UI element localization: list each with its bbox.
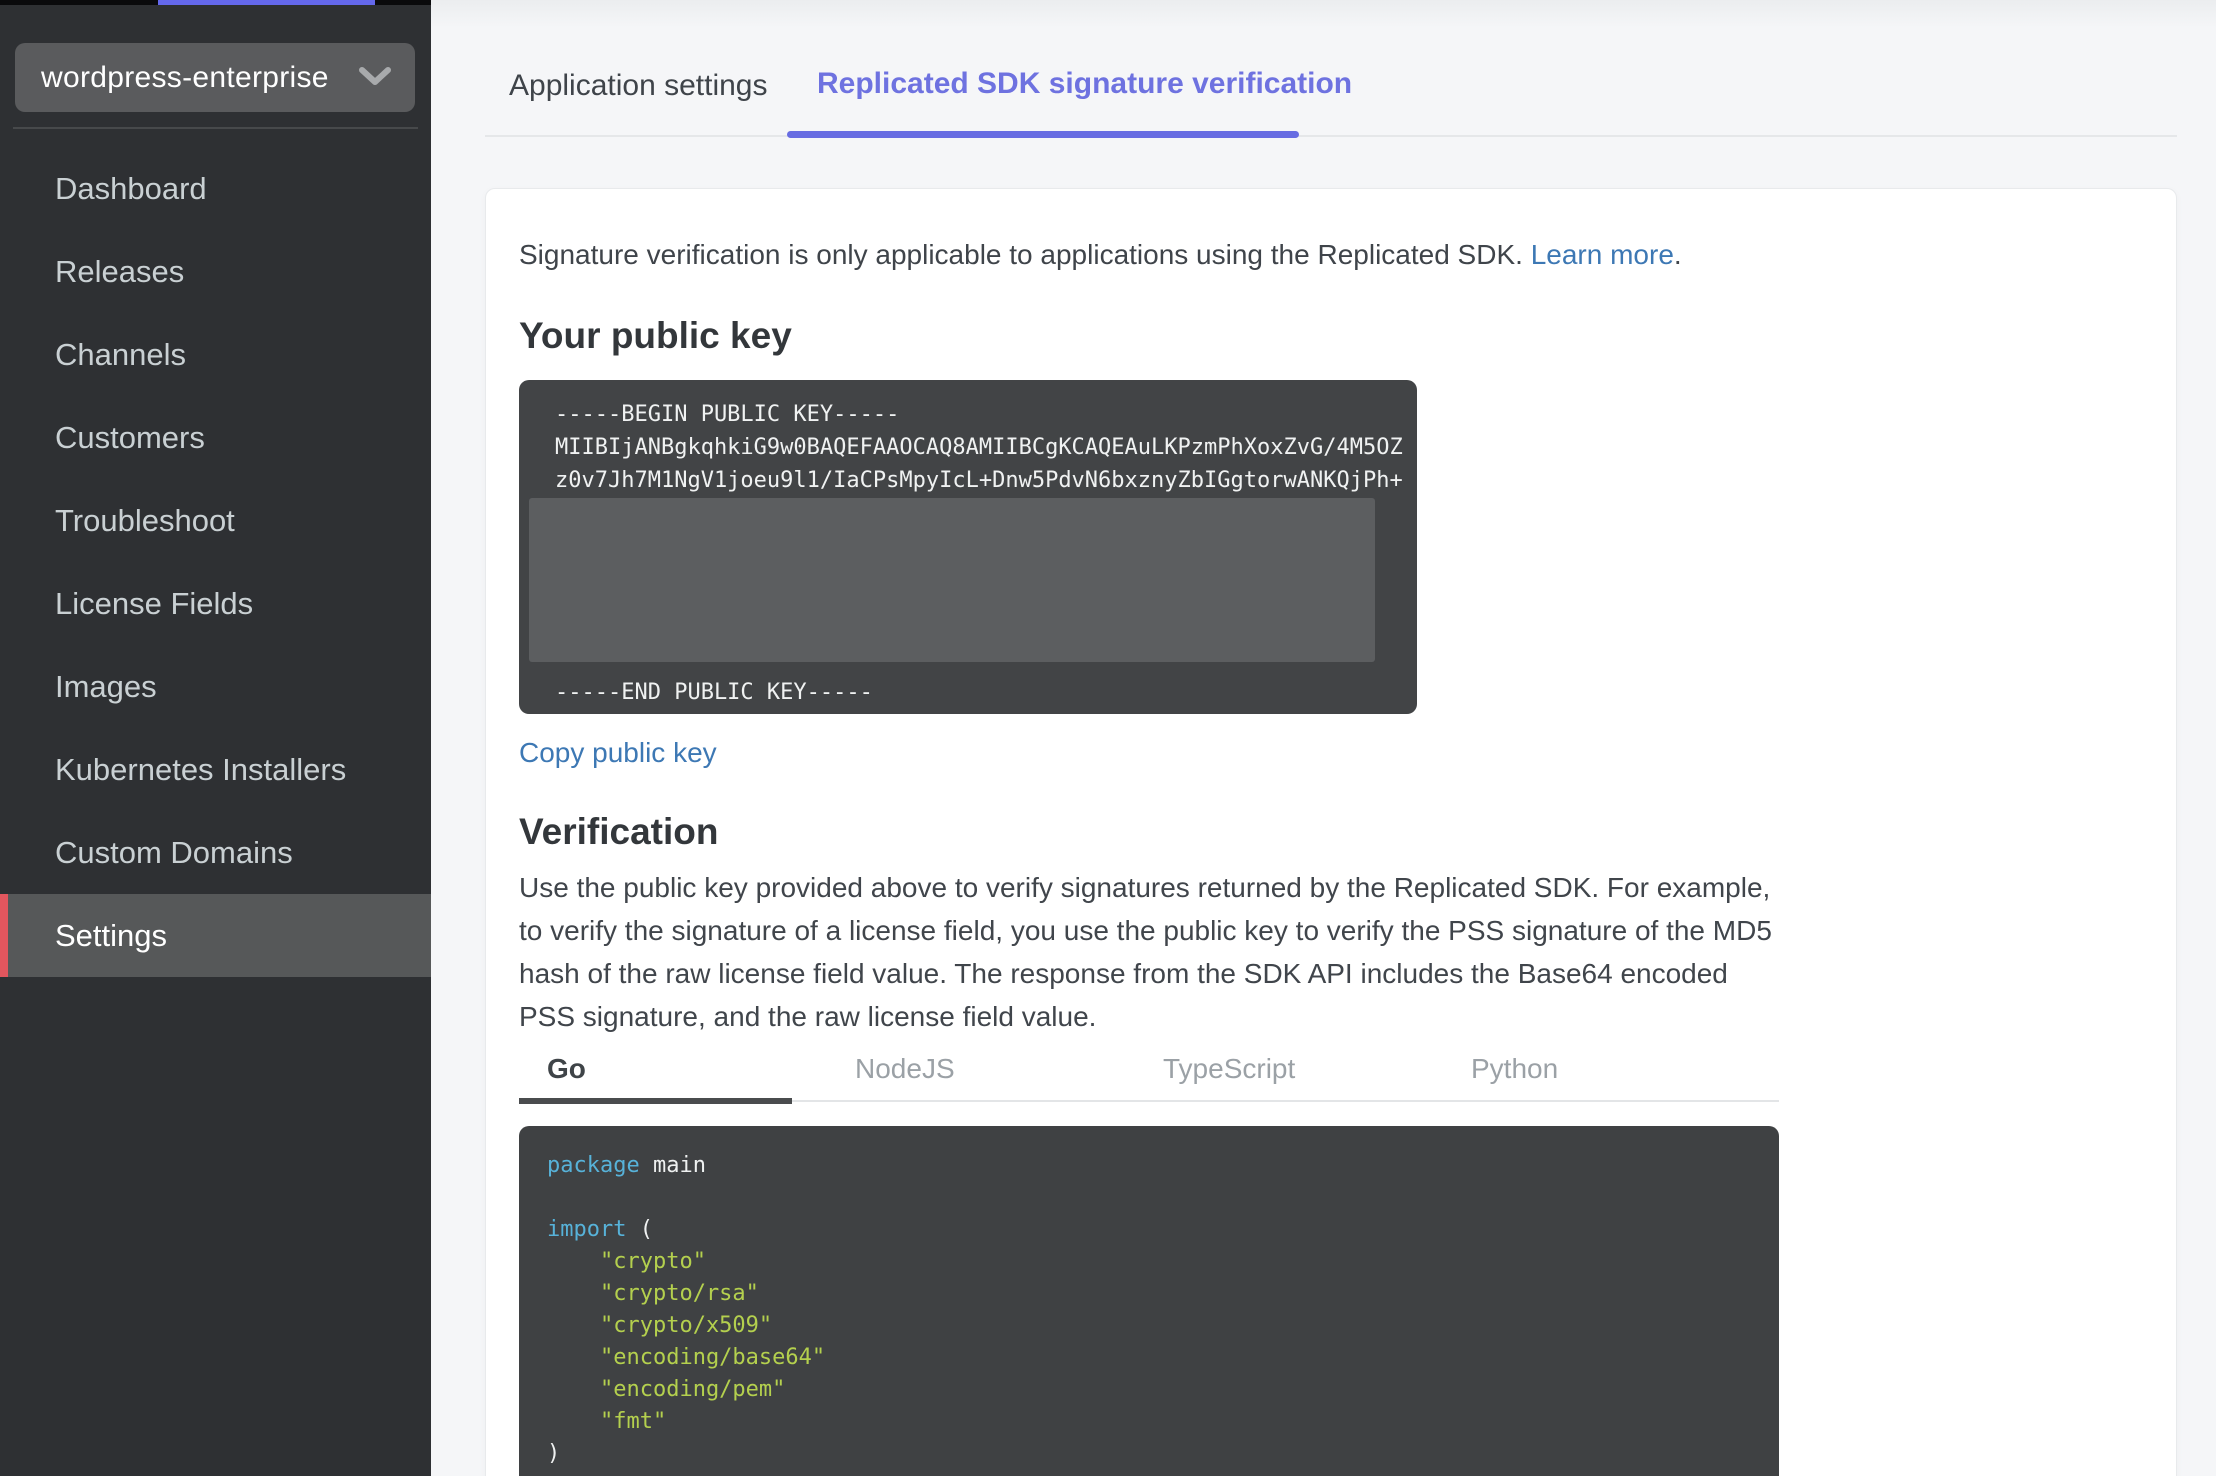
code-token-str: "crypto/rsa": [547, 1281, 759, 1306]
public-key-line: z0v7Jh7M1NgV1joeu9l1/IaCPsMpyIcL+Dnw5Pdv…: [555, 468, 1403, 493]
code-token-str: "crypto": [547, 1249, 706, 1274]
public-key-heading: Your public key: [519, 315, 792, 356]
chevron-down-icon: [359, 67, 391, 85]
code-token-kw: package: [547, 1153, 640, 1178]
sidebar-item-troubleshoot[interactable]: Troubleshoot: [0, 479, 431, 562]
main-area: Application settings Replicated SDK sign…: [431, 0, 2216, 1476]
language-tab-go[interactable]: Go: [519, 1052, 855, 1104]
code-block: package main import ( "crypto" "crypto/rs…: [519, 1126, 1779, 1476]
intro-period: .: [1673, 239, 1682, 270]
code-token-str: "encoding/pem": [547, 1377, 786, 1402]
copy-public-key-link[interactable]: Copy public key: [519, 734, 717, 772]
public-key-line: MIIBIjANBgkqhkiG9w0BAQEFAAOCAQ8AMIIBCgKC…: [555, 435, 1403, 460]
public-key-lines: -----BEGIN PUBLIC KEY----- MIIBIjANBgkqhk…: [555, 398, 1417, 497]
public-key-line: -----BEGIN PUBLIC KEY-----: [555, 402, 900, 427]
code-token-str: "encoding/base64": [547, 1345, 826, 1370]
app-selector[interactable]: wordpress-enterprise: [15, 43, 415, 112]
public-key-end-line: -----END PUBLIC KEY-----: [555, 680, 873, 705]
topnav-active-indicator: [158, 0, 375, 5]
screen: wordpress-enterprise Dashboard Releases Ch…: [0, 0, 2216, 1476]
tabs-baseline: [485, 135, 2177, 137]
sidebar-item-settings[interactable]: Settings: [0, 894, 431, 977]
intro-sentence: Signature verification is only applicabl…: [519, 239, 1523, 270]
sidebar: wordpress-enterprise Dashboard Releases Ch…: [0, 0, 431, 1476]
tab-replicated-sdk-signature-verification[interactable]: Replicated SDK signature verification: [817, 67, 1352, 101]
sidebar-item-channels[interactable]: Channels: [0, 313, 431, 396]
active-tab-underline: [787, 131, 1299, 138]
language-tab-typescript[interactable]: TypeScript: [1163, 1052, 1471, 1100]
code-line: import (: [547, 1214, 1751, 1246]
code-line: "encoding/base64": [547, 1342, 1751, 1374]
sidebar-item-license-fields[interactable]: License Fields: [0, 562, 431, 645]
intro-text: Signature verification is only applicabl…: [519, 236, 2143, 274]
code-token-str: "fmt": [547, 1409, 667, 1434]
sidebar-item-dashboard[interactable]: Dashboard: [0, 147, 431, 230]
topnav-remnant: [0, 0, 431, 5]
code-line: "encoding/pem": [547, 1374, 1751, 1406]
tab-application-settings[interactable]: Application settings: [509, 69, 768, 103]
language-tabs: Go NodeJS TypeScript Python: [519, 1052, 1779, 1104]
learn-more-link[interactable]: Learn more: [1531, 239, 1674, 270]
sidebar-item-customers[interactable]: Customers: [0, 396, 431, 479]
sidebar-item-custom-domains[interactable]: Custom Domains: [0, 811, 431, 894]
code-token-pl: (: [626, 1217, 653, 1242]
language-tab-nodejs[interactable]: NodeJS: [855, 1052, 1163, 1100]
sidebar-item-releases[interactable]: Releases: [0, 230, 431, 313]
verification-description: Use the public key provided above to ver…: [519, 872, 1772, 1032]
code-token-pl: ): [547, 1441, 561, 1466]
code-token-kw: import: [547, 1217, 627, 1242]
verification-heading: Verification: [519, 811, 719, 852]
sidebar-item-images[interactable]: Images: [0, 645, 431, 728]
content-card: Signature verification is only applicabl…: [485, 188, 2177, 1476]
public-key-redaction: [529, 498, 1375, 662]
code-line: "crypto": [547, 1246, 1751, 1278]
public-key-block: -----BEGIN PUBLIC KEY----- MIIBIjANBgkqhk…: [519, 380, 1417, 714]
code-line: "fmt": [547, 1406, 1751, 1438]
code-line: "crypto/x509": [547, 1310, 1751, 1342]
sidebar-divider: [13, 127, 418, 129]
sidebar-item-kubernetes-installers[interactable]: Kubernetes Installers: [0, 728, 431, 811]
code-line: ): [547, 1438, 1751, 1470]
code-line: package main: [547, 1150, 1751, 1182]
code-line: "crypto/rsa": [547, 1278, 1751, 1310]
sidebar-nav: Dashboard Releases Channels Customers Troubl…: [0, 147, 431, 977]
language-tab-python[interactable]: Python: [1471, 1052, 1779, 1100]
app-selector-label: wordpress-enterprise: [41, 60, 329, 94]
code-token-str: "crypto/x509": [547, 1313, 773, 1338]
code-token-pl: main: [639, 1153, 706, 1178]
